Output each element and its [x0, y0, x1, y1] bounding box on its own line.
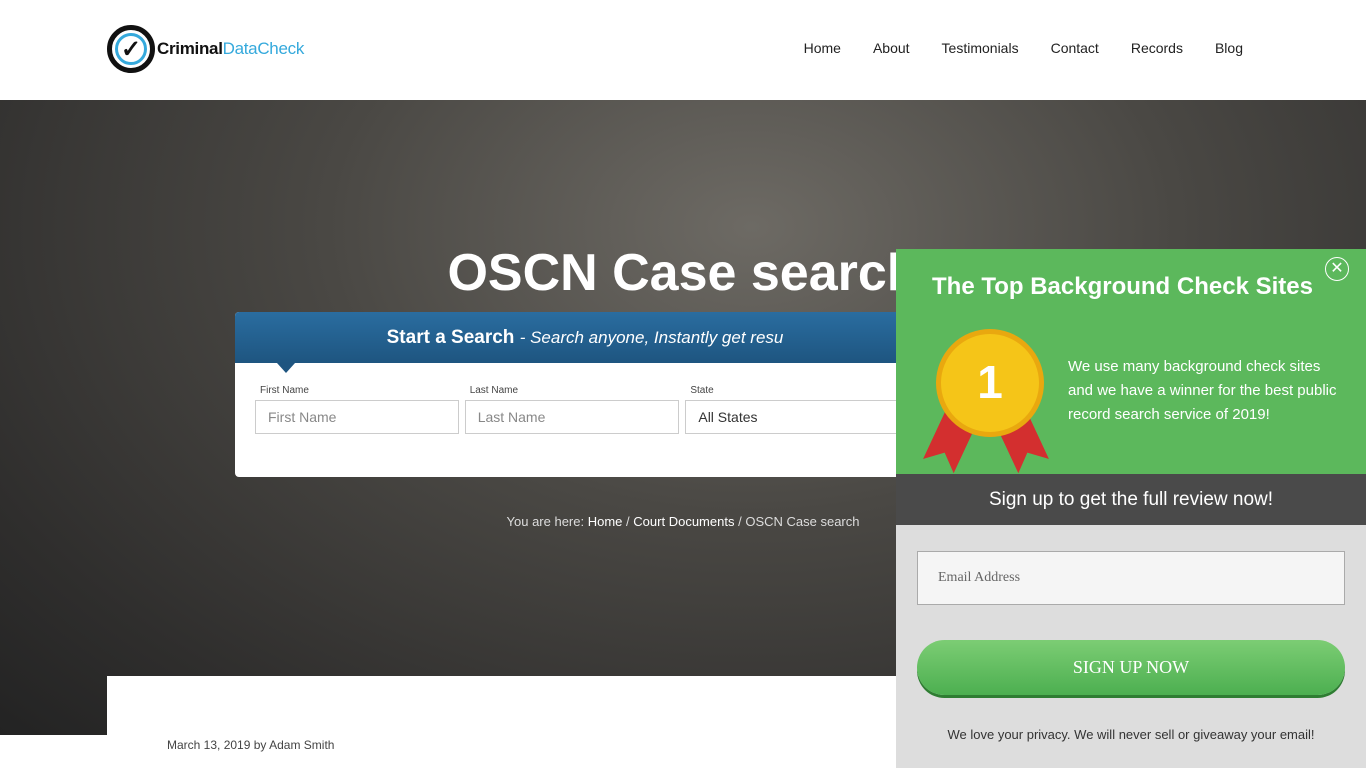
last-name-label: Last Name	[469, 385, 519, 396]
logo-text-light: DataCheck	[222, 39, 305, 58]
medal-icon: 1	[936, 329, 1044, 437]
logo-check-icon: ✓	[107, 25, 155, 73]
logo-text-bold: Criminal	[157, 39, 223, 58]
popup-text: We use many background check sites and w…	[1068, 358, 1337, 423]
search-title: Start a Search	[386, 327, 515, 348]
breadcrumb-sep: /	[738, 514, 742, 529]
nav-about[interactable]: About	[873, 40, 910, 56]
state-select[interactable]: All States⌄	[685, 400, 915, 434]
notch	[277, 363, 295, 373]
author-link[interactable]: Adam Smith	[269, 738, 334, 752]
logo[interactable]: ✓ CriminalDataCheck	[107, 25, 304, 73]
search-header: Start a Search - Search anyone, Instantl…	[235, 312, 935, 373]
main-nav: Home About Testimonials Contact Records …	[804, 40, 1243, 56]
search-form: Start a Search - Search anyone, Instantl…	[235, 312, 935, 477]
popup-title: The Top Background Check Sites	[932, 273, 1313, 300]
post-by: by	[253, 738, 267, 752]
site-header: ✓ CriminalDataCheck Home About Testimoni…	[0, 0, 1366, 100]
popup-band: Sign up to get the full review now!	[896, 474, 1366, 525]
last-name-input[interactable]: Last Name	[464, 400, 680, 434]
state-value: All States	[698, 409, 758, 425]
post-date: March 13, 2019	[167, 738, 251, 752]
post-meta: March 13, 2019 by Adam Smith	[167, 738, 334, 752]
first-name-input[interactable]: First Name	[255, 400, 459, 434]
nav-contact[interactable]: Contact	[1051, 40, 1099, 56]
breadcrumb-current: OSCN Case search	[745, 514, 860, 529]
nav-home[interactable]: Home	[804, 40, 841, 56]
nav-records[interactable]: Records	[1131, 40, 1183, 56]
privacy-note: We love your privacy. We will never sell…	[947, 727, 1315, 742]
nav-blog[interactable]: Blog	[1215, 40, 1243, 56]
breadcrumb-court-documents[interactable]: Court Documents	[633, 514, 734, 529]
sign-up-button[interactable]: SIGN UP NOW	[917, 640, 1345, 695]
search-subtitle: - Search anyone, Instantly get resu	[519, 328, 784, 347]
nav-testimonials[interactable]: Testimonials	[942, 40, 1019, 56]
breadcrumb-prefix: You are here:	[506, 514, 585, 529]
email-input[interactable]: Email Address	[917, 551, 1345, 605]
breadcrumb-home[interactable]: Home	[588, 514, 623, 529]
first-name-label: First Name	[260, 385, 309, 396]
breadcrumb-sep: /	[626, 514, 630, 529]
state-label: State	[690, 385, 714, 396]
signup-popup: The Top Background Check Sites ✕ 1 We us…	[896, 249, 1366, 768]
close-icon[interactable]: ✕	[1325, 257, 1349, 281]
